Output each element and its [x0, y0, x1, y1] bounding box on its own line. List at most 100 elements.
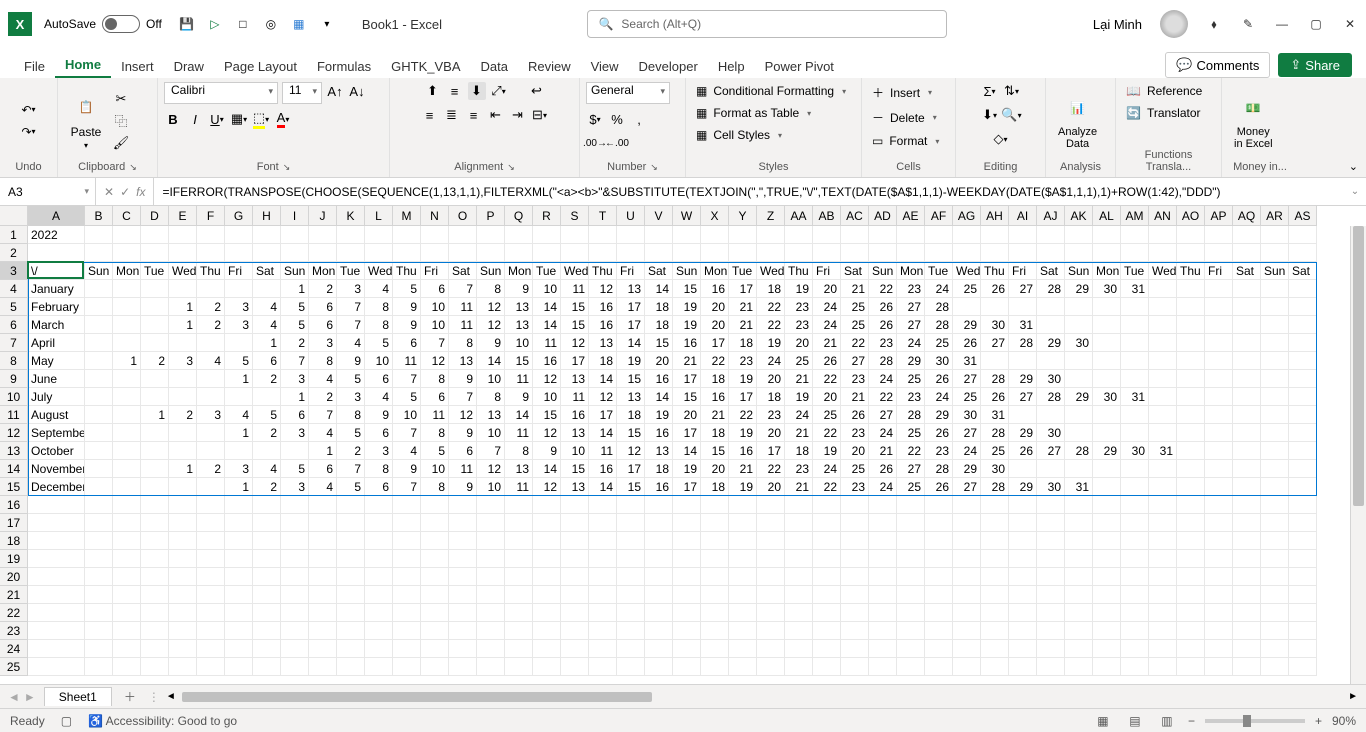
cell-AJ16[interactable] [1037, 496, 1065, 514]
italic-button[interactable]: I [186, 110, 204, 128]
cell-AJ8[interactable] [1037, 352, 1065, 370]
cell-C6[interactable] [113, 316, 141, 334]
cell-V11[interactable]: 19 [645, 406, 673, 424]
cell-H16[interactable] [253, 496, 281, 514]
cell-I16[interactable] [281, 496, 309, 514]
cell-F7[interactable] [197, 334, 225, 352]
cell-C21[interactable] [113, 586, 141, 604]
cell-AC1[interactable] [841, 226, 869, 244]
cell-AB25[interactable] [813, 658, 841, 676]
cell-C7[interactable] [113, 334, 141, 352]
cell-T20[interactable] [589, 568, 617, 586]
cell-W20[interactable] [673, 568, 701, 586]
cell-AL12[interactable] [1093, 424, 1121, 442]
cell-AP11[interactable] [1205, 406, 1233, 424]
cell-AS5[interactable] [1289, 298, 1317, 316]
decrease-decimal-button[interactable]: ←.00 [608, 134, 626, 152]
cell-Z19[interactable] [757, 550, 785, 568]
cell-AC17[interactable] [841, 514, 869, 532]
cell-AR17[interactable] [1261, 514, 1289, 532]
accounting-format-button[interactable]: $▾ [586, 110, 604, 128]
cell-I15[interactable]: 3 [281, 478, 309, 496]
cell-AM12[interactable] [1121, 424, 1149, 442]
cell-V13[interactable]: 13 [645, 442, 673, 460]
row-header-14[interactable]: 14 [0, 460, 27, 478]
cell-R19[interactable] [533, 550, 561, 568]
cell-AO23[interactable] [1177, 622, 1205, 640]
cell-AQ8[interactable] [1233, 352, 1261, 370]
tab-home[interactable]: Home [55, 53, 111, 78]
cell-M25[interactable] [393, 658, 421, 676]
cell-N22[interactable] [421, 604, 449, 622]
cell-AQ6[interactable] [1233, 316, 1261, 334]
cell-AG13[interactable]: 24 [953, 442, 981, 460]
underline-button[interactable]: U▾ [208, 110, 226, 128]
cell-AC23[interactable] [841, 622, 869, 640]
cell-K7[interactable]: 4 [337, 334, 365, 352]
cell-AR13[interactable] [1261, 442, 1289, 460]
cell-AN17[interactable] [1149, 514, 1177, 532]
cell-AK9[interactable] [1065, 370, 1093, 388]
cell-AS9[interactable] [1289, 370, 1317, 388]
cell-D20[interactable] [141, 568, 169, 586]
cell-AC15[interactable]: 23 [841, 478, 869, 496]
cell-D1[interactable] [141, 226, 169, 244]
cell-AB11[interactable]: 25 [813, 406, 841, 424]
cell-E9[interactable] [169, 370, 197, 388]
cell-U11[interactable]: 18 [617, 406, 645, 424]
cell-Q16[interactable] [505, 496, 533, 514]
cell-AM11[interactable] [1121, 406, 1149, 424]
fill-button[interactable]: ⬇▾ [981, 106, 999, 124]
vertical-scrollbar[interactable] [1350, 226, 1366, 684]
cell-B1[interactable] [85, 226, 113, 244]
row-header-7[interactable]: 7 [0, 334, 27, 352]
cell-AO17[interactable] [1177, 514, 1205, 532]
cell-AM8[interactable] [1121, 352, 1149, 370]
column-header-AA[interactable]: AA [785, 206, 813, 226]
cell-AD23[interactable] [869, 622, 897, 640]
cell-AC11[interactable]: 26 [841, 406, 869, 424]
cell-AD9[interactable]: 24 [869, 370, 897, 388]
column-header-R[interactable]: R [533, 206, 561, 226]
cell-K8[interactable]: 9 [337, 352, 365, 370]
cell-J25[interactable] [309, 658, 337, 676]
align-bottom-button[interactable]: ⬇ [468, 82, 486, 100]
cell-AC12[interactable]: 23 [841, 424, 869, 442]
cell-M22[interactable] [393, 604, 421, 622]
cell-C16[interactable] [113, 496, 141, 514]
cell-E5[interactable]: 1 [169, 298, 197, 316]
cell-AD6[interactable]: 26 [869, 316, 897, 334]
cell-A12[interactable]: September [28, 424, 85, 442]
cell-AK14[interactable] [1065, 460, 1093, 478]
cell-N15[interactable]: 8 [421, 478, 449, 496]
cell-L5[interactable]: 8 [365, 298, 393, 316]
cell-AD13[interactable]: 21 [869, 442, 897, 460]
cell-O14[interactable]: 11 [449, 460, 477, 478]
column-header-Z[interactable]: Z [757, 206, 785, 226]
cell-AP18[interactable] [1205, 532, 1233, 550]
cell-O16[interactable] [449, 496, 477, 514]
cell-AC25[interactable] [841, 658, 869, 676]
column-header-AJ[interactable]: AJ [1037, 206, 1065, 226]
cell-A18[interactable] [28, 532, 85, 550]
orientation-button[interactable]: ⤢▾ [490, 82, 508, 100]
enter-formula-icon[interactable]: ✓ [120, 185, 130, 199]
cell-AI18[interactable] [1009, 532, 1037, 550]
cell-O5[interactable]: 11 [449, 298, 477, 316]
cell-AD5[interactable]: 26 [869, 298, 897, 316]
cell-Y2[interactable] [729, 244, 757, 262]
cell-AK3[interactable]: Sun [1065, 262, 1093, 280]
cell-Z10[interactable]: 18 [757, 388, 785, 406]
cell-C11[interactable] [113, 406, 141, 424]
cell-W22[interactable] [673, 604, 701, 622]
cell-D22[interactable] [141, 604, 169, 622]
cell-Q23[interactable] [505, 622, 533, 640]
cell-AJ14[interactable] [1037, 460, 1065, 478]
cell-AK15[interactable]: 31 [1065, 478, 1093, 496]
cell-T17[interactable] [589, 514, 617, 532]
cell-AL22[interactable] [1093, 604, 1121, 622]
cell-Z14[interactable]: 22 [757, 460, 785, 478]
cell-AS8[interactable] [1289, 352, 1317, 370]
cell-AB10[interactable]: 20 [813, 388, 841, 406]
cell-D25[interactable] [141, 658, 169, 676]
